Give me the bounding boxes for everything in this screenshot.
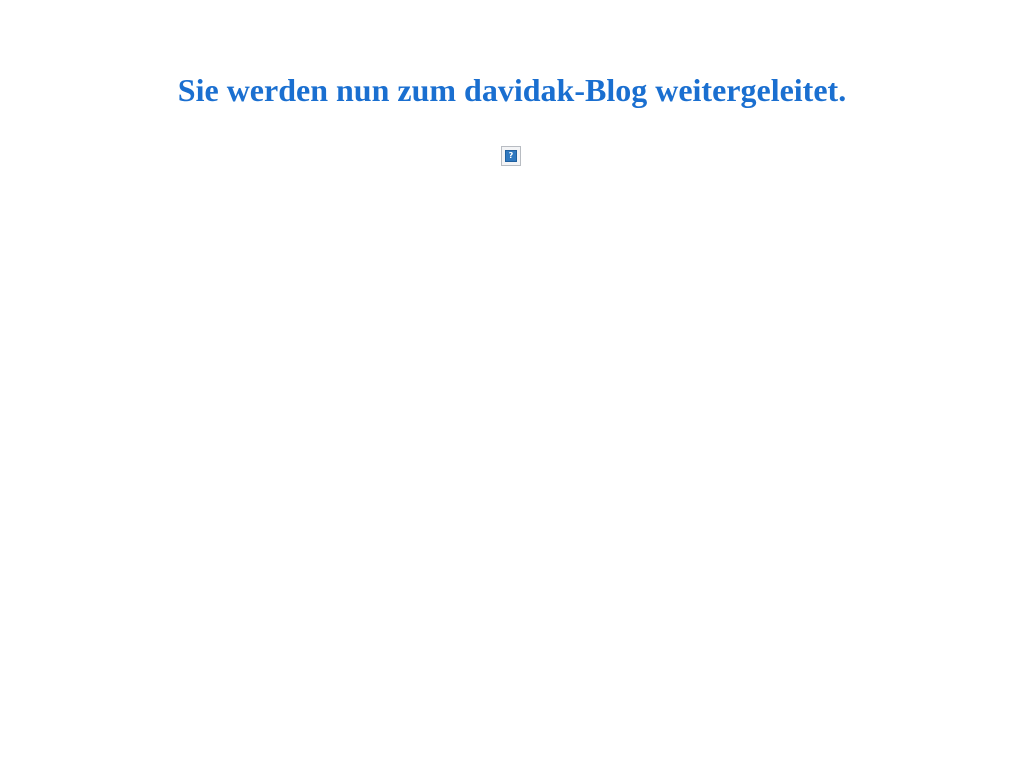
broken-image-icon: ? — [501, 146, 521, 166]
page-title: Sie werden nun zum davidak-Blog weiterge… — [177, 72, 847, 108]
redirect-page: Sie werden nun zum davidak-Blog weiterge… — [0, 0, 1024, 768]
question-mark-icon: ? — [505, 150, 517, 162]
